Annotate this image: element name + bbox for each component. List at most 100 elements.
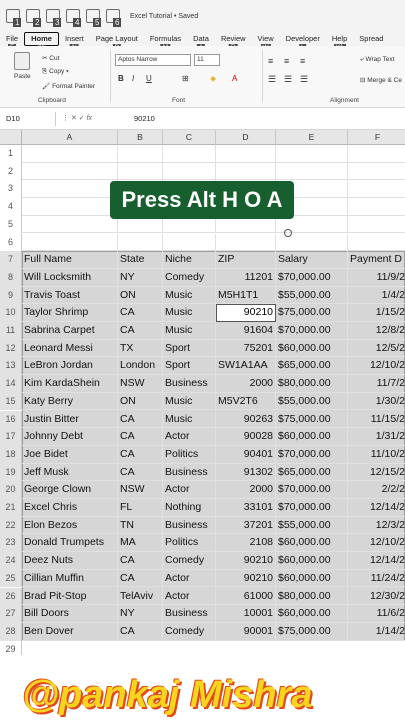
table-cell[interactable]: 11/15/2	[348, 411, 405, 429]
row-header[interactable]: 23	[0, 534, 22, 553]
table-cell[interactable]: NY	[118, 605, 163, 623]
empty-cell[interactable]	[118, 162, 163, 181]
table-cell[interactable]: London	[118, 357, 163, 376]
table-cell[interactable]: $70,000.00	[276, 481, 348, 499]
table-cell[interactable]: $55,000.00	[276, 516, 348, 535]
empty-cell[interactable]	[163, 162, 216, 181]
row-header[interactable]: 2	[0, 162, 22, 181]
table-cell[interactable]: SW1A1AA	[216, 357, 276, 376]
row-header[interactable]: 14	[0, 375, 22, 393]
row-header[interactable]: 5	[0, 215, 22, 234]
align-right-icon[interactable]: ☰	[300, 74, 308, 85]
table-cell[interactable]: Bill Doors	[22, 605, 118, 623]
table-cell[interactable]: Sport	[163, 339, 216, 358]
align-center-icon[interactable]: ☰	[284, 74, 292, 85]
table-cell[interactable]: Kim KardaShein	[22, 375, 118, 393]
table-cell[interactable]: Joe Bidet	[22, 445, 118, 464]
column-header-c[interactable]: C	[163, 130, 216, 145]
file-icon[interactable]: 6	[106, 9, 122, 27]
undo-icon[interactable]: 3	[46, 9, 62, 27]
table-cell[interactable]: Sport	[163, 357, 216, 376]
table-cell[interactable]: 11/10/2	[348, 446, 405, 464]
format-painter-button[interactable]: 🖌 Format Painter	[42, 82, 95, 90]
fill-color-icon[interactable]: ◈	[210, 74, 216, 83]
table-cell[interactable]: 90210	[216, 552, 276, 570]
empty-cell[interactable]	[118, 145, 163, 163]
cut-button[interactable]: ✂ Cut	[42, 54, 59, 62]
table-cell[interactable]: CA	[118, 304, 163, 322]
table-cell[interactable]: $70,000.00	[276, 268, 348, 287]
table-cell[interactable]: 12/8/2	[348, 322, 405, 340]
table-cell[interactable]: Brad Pit-Stop	[22, 587, 118, 606]
empty-cell[interactable]	[348, 163, 405, 181]
table-cell[interactable]: $60,000.00	[276, 569, 348, 588]
table-cell[interactable]: 2000	[216, 375, 276, 393]
table-cell[interactable]: M5H1T1	[216, 286, 276, 305]
table-cell[interactable]: 1/4/2	[348, 287, 405, 305]
table-cell[interactable]: 12/5/2	[348, 340, 405, 358]
table-header-cell[interactable]: ZIP	[216, 251, 276, 269]
table-header-cell[interactable]: State	[118, 251, 163, 269]
merge-center-button[interactable]: ⊟ Merge & Ce	[360, 76, 402, 84]
table-cell[interactable]: 11/6/2	[348, 605, 405, 623]
row-header[interactable]: 4	[0, 198, 22, 216]
column-header-b[interactable]: B	[118, 130, 163, 145]
table-header-cell[interactable]: Niche	[163, 251, 216, 269]
table-cell[interactable]: Comedy	[163, 622, 216, 641]
table-cell[interactable]: Actor	[163, 428, 216, 446]
table-cell[interactable]: 2108	[216, 534, 276, 553]
empty-cell[interactable]	[276, 145, 348, 163]
empty-cell[interactable]	[22, 233, 118, 252]
table-cell[interactable]: Politics	[163, 534, 216, 553]
wrap-text-button[interactable]: ⤶ Wrap Text	[360, 56, 394, 64]
select-all-corner[interactable]	[0, 130, 22, 145]
redo-icon[interactable]: 4	[66, 9, 82, 27]
borders-icon[interactable]: ⊞	[182, 74, 189, 83]
row-header[interactable]: 19	[0, 463, 22, 482]
row-header[interactable]: 11	[0, 322, 22, 340]
table-cell[interactable]: $55,000.00	[276, 392, 348, 411]
empty-cell[interactable]	[348, 145, 405, 163]
table-cell[interactable]: Comedy	[163, 268, 216, 287]
tab-page-layout[interactable]: Page LayoutP	[90, 32, 144, 52]
column-header-e[interactable]: E	[276, 130, 348, 145]
table-cell[interactable]: $55,000.00	[276, 286, 348, 305]
tab-data[interactable]: DataA	[187, 32, 215, 52]
table-cell[interactable]: 12/30/2	[348, 588, 405, 606]
row-header[interactable]: 29	[0, 640, 22, 655]
table-cell[interactable]: CA	[118, 622, 163, 641]
tab-help[interactable]: HelpY1	[326, 32, 353, 52]
table-cell[interactable]: Business	[163, 463, 216, 482]
table-cell[interactable]: TN	[118, 516, 163, 535]
table-cell[interactable]: $70,000.00	[276, 445, 348, 464]
empty-cell[interactable]	[348, 180, 405, 199]
table-cell[interactable]: $60,000.00	[276, 552, 348, 570]
table-cell[interactable]: $60,000.00	[276, 605, 348, 623]
row-header[interactable]: 3	[0, 180, 22, 199]
table-cell[interactable]: Music	[163, 286, 216, 305]
paste-button[interactable]: Paste	[14, 73, 31, 80]
table-cell[interactable]: 37201	[216, 516, 276, 535]
row-header[interactable]: 7	[0, 251, 22, 269]
table-cell[interactable]: FL	[118, 499, 163, 517]
table-cell[interactable]: TX	[118, 339, 163, 358]
table-cell[interactable]: $60,000.00	[276, 534, 348, 553]
table-cell[interactable]: Ben Dover	[22, 622, 118, 641]
table-cell[interactable]: $75,000.00	[276, 622, 348, 641]
sort-icon[interactable]: 5	[86, 9, 102, 27]
table-cell[interactable]: Business	[163, 605, 216, 623]
empty-cell[interactable]	[22, 215, 118, 234]
table-cell[interactable]: Justin Bitter	[22, 410, 118, 429]
column-header-f[interactable]: F	[348, 130, 405, 145]
row-header[interactable]: 9	[0, 286, 22, 305]
table-cell[interactable]: 90210	[216, 569, 276, 588]
empty-cell[interactable]	[276, 162, 348, 181]
table-cell[interactable]: 1/14/2	[348, 623, 405, 641]
table-cell[interactable]: Music	[163, 322, 216, 340]
table-cell[interactable]: 90028	[216, 428, 276, 446]
table-cell[interactable]: Elon Bezos	[22, 516, 118, 535]
tab-home[interactable]: HomeH	[24, 32, 59, 53]
tab-spread[interactable]: Spread	[353, 32, 389, 46]
empty-cell[interactable]	[163, 145, 216, 163]
row-header[interactable]: 25	[0, 569, 22, 588]
